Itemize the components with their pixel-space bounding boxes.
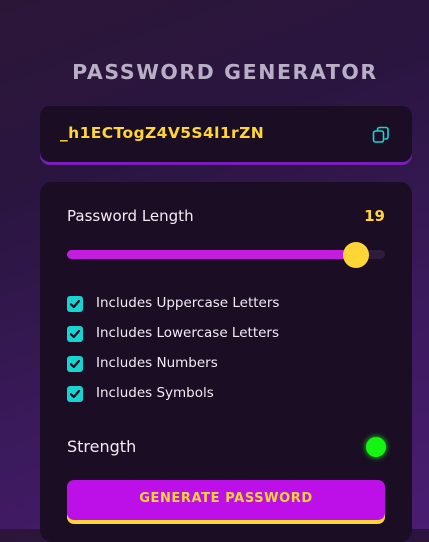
length-slider[interactable] (67, 242, 385, 268)
checkbox[interactable] (67, 356, 83, 372)
generate-password-button[interactable]: GENERATE PASSWORD (67, 480, 385, 520)
option-label: Includes Uppercase Letters (96, 295, 280, 311)
slider-thumb[interactable] (343, 242, 370, 268)
password-length-value: 19 (364, 207, 385, 225)
password-text: _h1ECTogZ4V5S4l1rZN (60, 124, 265, 142)
settings-panel: Password Length 19 Includes Uppercase Le… (40, 182, 412, 542)
check-icon (69, 329, 81, 339)
strength-label: Strength (67, 437, 137, 456)
check-icon (69, 389, 81, 399)
password-display: _h1ECTogZ4V5S4l1rZN (40, 106, 412, 162)
password-length-label: Password Length (67, 207, 194, 225)
copy-icon[interactable] (372, 126, 390, 144)
option-label: Includes Numbers (96, 355, 218, 371)
checkbox[interactable] (67, 296, 83, 312)
option-label: Includes Lowercase Letters (96, 325, 280, 341)
check-icon (69, 359, 81, 369)
page-title: PASSWORD GENERATOR (72, 60, 378, 84)
slider-fill (67, 250, 357, 259)
checkbox[interactable] (67, 386, 83, 402)
checkbox[interactable] (67, 326, 83, 342)
option-label: Includes Symbols (96, 385, 214, 401)
check-icon (69, 299, 81, 309)
strength-indicator (366, 437, 386, 457)
